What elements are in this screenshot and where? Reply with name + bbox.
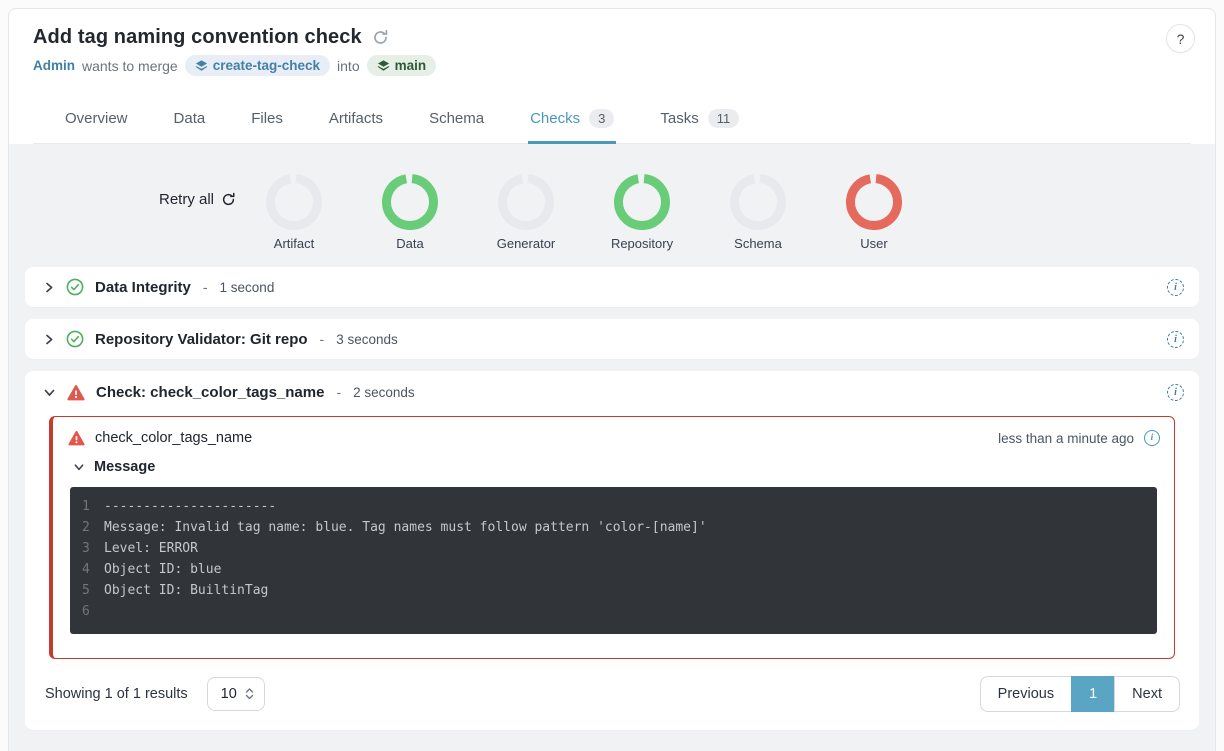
current-page-button[interactable]: 1: [1071, 676, 1115, 712]
target-branch-label: main: [395, 58, 427, 73]
tab-checks[interactable]: Checks 3: [528, 96, 616, 144]
chevron-right-icon: [43, 333, 55, 346]
page-title: Add tag naming convention check: [33, 26, 362, 49]
check-row-header[interactable]: Data Integrity - 1 second i: [25, 267, 1199, 307]
merge-request-page: Add tag naming convention check ? Admin …: [8, 8, 1216, 751]
check-output-code[interactable]: 1---------------------- 2Message: Invali…: [70, 487, 1157, 634]
check-row-data-integrity: Data Integrity - 1 second i: [25, 267, 1199, 307]
code-line: 2Message: Invalid tag name: blue. Tag na…: [82, 517, 1145, 538]
author-link[interactable]: Admin: [33, 58, 75, 73]
results-footer: Showing 1 of 1 results 10 Previous 1 Nex…: [25, 659, 1199, 730]
check-row-color-tags: Check: check_color_tags_name - 2 seconds…: [25, 371, 1199, 730]
warning-triangle-icon: [67, 384, 85, 401]
info-icon[interactable]: i: [1167, 279, 1184, 296]
refresh-icon[interactable]: [372, 29, 389, 46]
donut-generator[interactable]: Generator: [468, 174, 584, 251]
next-page-button[interactable]: Next: [1114, 676, 1180, 712]
repository-donut-chart: [614, 174, 670, 230]
schema-donut-chart: [730, 174, 786, 230]
retry-all-button[interactable]: Retry all: [159, 191, 236, 208]
into-text: into: [337, 58, 360, 74]
check-row-header[interactable]: Repository Validator: Git repo - 3 secon…: [25, 319, 1199, 359]
help-button[interactable]: ?: [1166, 24, 1195, 53]
generator-donut-chart: [498, 174, 554, 230]
tasks-count-badge: 11: [708, 109, 740, 128]
merge-text: wants to merge: [82, 58, 178, 74]
source-branch-label: create-tag-check: [213, 58, 320, 73]
check-row-repository-validator: Repository Validator: Git repo - 3 secon…: [25, 319, 1199, 359]
chevron-right-icon: [43, 281, 55, 294]
check-result-alert: check_color_tags_name less than a minute…: [49, 416, 1175, 659]
code-line: 5Object ID: BuiltinTag: [82, 580, 1145, 601]
donut-data[interactable]: Data: [352, 174, 468, 251]
donut-artifact[interactable]: Artifact: [236, 174, 352, 251]
tab-overview[interactable]: Overview: [63, 96, 130, 144]
checks-summary: Retry all Artifact Data: [25, 144, 1199, 267]
info-icon[interactable]: i: [1167, 331, 1184, 348]
tab-files[interactable]: Files: [249, 96, 285, 144]
check-row-header[interactable]: Check: check_color_tags_name - 2 seconds…: [25, 371, 1199, 413]
retry-icon: [221, 192, 236, 207]
code-line: 6: [82, 601, 1145, 622]
stepper-icon: [245, 688, 254, 700]
results-count-text: Showing 1 of 1 results: [45, 686, 188, 702]
code-line: 3Level: ERROR: [82, 538, 1145, 559]
layers-icon: [377, 59, 390, 72]
check-timestamp: less than a minute ago: [998, 431, 1134, 446]
artifact-donut-chart: [266, 174, 322, 230]
checks-content: Retry all Artifact Data: [9, 144, 1215, 751]
code-line: 1----------------------: [82, 496, 1145, 517]
success-check-icon: [66, 330, 84, 348]
data-donut-chart: [382, 174, 438, 230]
chevron-down-icon: [43, 386, 56, 399]
tab-artifacts[interactable]: Artifacts: [327, 96, 385, 144]
donut-schema[interactable]: Schema: [700, 174, 816, 251]
success-check-icon: [66, 278, 84, 296]
info-icon[interactable]: i: [1167, 384, 1184, 401]
check-name: check_color_tags_name: [95, 430, 252, 446]
page-header: Add tag naming convention check ? Admin …: [9, 9, 1215, 144]
tab-data[interactable]: Data: [172, 96, 208, 144]
chevron-down-icon: [73, 461, 85, 473]
warning-triangle-icon: [68, 430, 85, 446]
tab-tasks[interactable]: Tasks 11: [658, 96, 741, 144]
donut-user[interactable]: User: [816, 174, 932, 251]
pagination: Previous 1 Next: [980, 676, 1180, 712]
page-size-select[interactable]: 10: [207, 677, 265, 711]
code-line: 4Object ID: blue: [82, 559, 1145, 580]
donut-repository[interactable]: Repository: [584, 174, 700, 251]
layers-icon: [195, 59, 208, 72]
user-donut-chart: [846, 174, 902, 230]
tab-schema[interactable]: Schema: [427, 96, 486, 144]
target-branch-badge[interactable]: main: [367, 55, 437, 76]
checks-count-badge: 3: [589, 109, 614, 128]
previous-page-button[interactable]: Previous: [980, 676, 1072, 712]
tab-bar: Overview Data Files Artifacts Schema Che…: [33, 96, 1191, 144]
info-icon[interactable]: i: [1144, 430, 1160, 446]
source-branch-badge[interactable]: create-tag-check: [185, 55, 330, 76]
message-section-toggle[interactable]: Message: [53, 455, 1174, 483]
